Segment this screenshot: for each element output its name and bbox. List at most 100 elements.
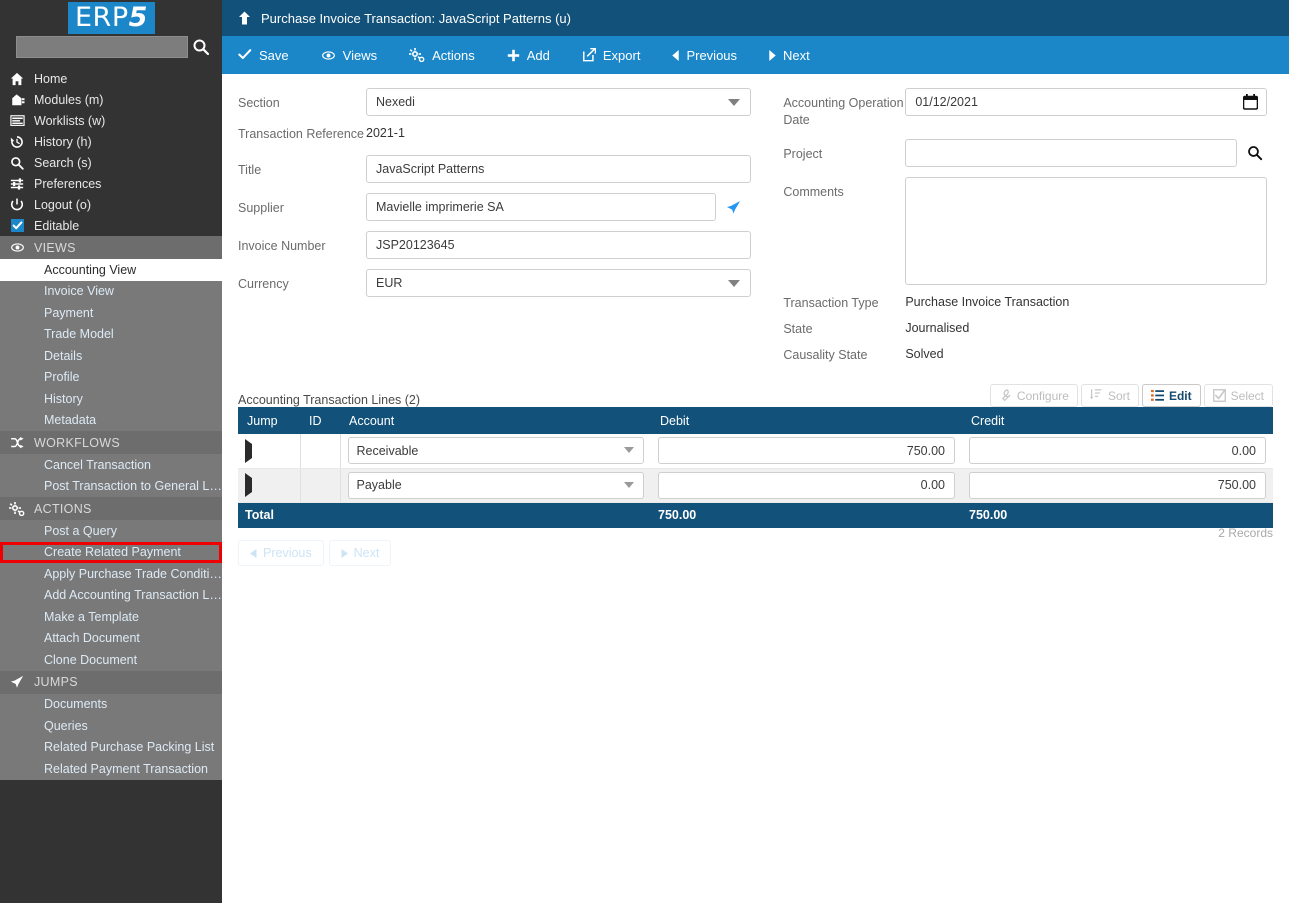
listbox-button-label: Select [1230, 388, 1264, 403]
sidebar-item-cancel-transaction[interactable]: Cancel Transaction [0, 454, 222, 476]
search-icon[interactable] [1247, 145, 1263, 161]
sidebar-nav-item-search-s[interactable]: Search (s) [0, 152, 222, 173]
project-input[interactable] [905, 139, 1238, 167]
sidebar-item-attach-document[interactable]: Attach Document [0, 627, 222, 649]
sidebar-nav-item-modules-m[interactable]: Modules (m) [0, 89, 222, 110]
account-value: Receivable [356, 443, 419, 458]
form-left-column: Section Nexedi Transaction Reference 202… [238, 88, 763, 373]
table-total-row: Total 750.00 750.00 [238, 502, 1273, 528]
sidebar-item-clone-document[interactable]: Clone Document [0, 649, 222, 671]
credit-input[interactable]: 0.00 [969, 437, 1266, 465]
next-icon [769, 49, 776, 61]
account-select[interactable]: Payable [347, 471, 644, 499]
sidebar-item-label: Post Transaction to General L… [44, 479, 222, 494]
sidebar-section-header-jumps[interactable]: JUMPS [0, 670, 222, 694]
listbox-previous-button[interactable]: Previous [238, 540, 324, 566]
sidebar-search-row [0, 36, 222, 62]
sidebar-section-header-workflows[interactable]: WORKFLOWS [0, 431, 222, 454]
accounting-operation-date-input[interactable]: 01/12/2021 [905, 88, 1268, 116]
calendar-icon[interactable] [1243, 94, 1259, 110]
listbox-configure-button[interactable]: Configure [989, 384, 1078, 407]
sidebar-section-header-actions[interactable]: ACTIONS [0, 497, 222, 520]
table-cell-jump[interactable] [238, 434, 301, 469]
account-select[interactable]: Receivable [347, 437, 644, 465]
sidebar-item-trade-model[interactable]: Trade Model [0, 323, 222, 345]
listbox-edit-button[interactable]: Edit [1141, 384, 1201, 407]
toolbar-previous-button[interactable]: Previous [656, 36, 753, 74]
sidebar-item-post-transaction-to-general-l[interactable]: Post Transaction to General L… [0, 475, 222, 497]
previous-icon [250, 548, 257, 558]
sidebar-item-related-purchase-packing-list[interactable]: Related Purchase Packing List [0, 736, 222, 758]
supplier-value: Mavielle imprimerie SA [376, 200, 504, 214]
sidebar-item-queries[interactable]: Queries [0, 715, 222, 737]
toolbar-button-label: Add [526, 47, 550, 63]
column-header-credit[interactable]: Credit [962, 407, 1273, 434]
sidebar-nav-item-home[interactable]: Home [0, 68, 222, 89]
sidebar-item-label: Trade Model [44, 327, 114, 342]
search-icon[interactable] [192, 38, 210, 56]
column-header-debit[interactable]: Debit [651, 407, 962, 434]
sidebar-item-details[interactable]: Details [0, 345, 222, 367]
toolbar-next-button[interactable]: Next [753, 36, 826, 74]
sidebar-nav-item-logout-o[interactable]: Logout (o) [0, 194, 222, 215]
listbox-select-button[interactable]: Select [1203, 384, 1273, 407]
sidebar-item-invoice-view[interactable]: Invoice View [0, 280, 222, 302]
toolbar-add-button[interactable]: Add [491, 36, 566, 74]
column-header-account[interactable]: Account [340, 407, 651, 434]
sidebar-item-add-accounting-transaction-l[interactable]: Add Accounting Transaction L… [0, 584, 222, 606]
jump-arrow-icon[interactable] [245, 438, 252, 463]
sidebar-item-related-payment-transaction[interactable]: Related Payment Transaction [0, 758, 222, 780]
jump-arrow-icon[interactable] [245, 473, 252, 497]
column-header-id[interactable]: ID [300, 407, 340, 434]
sidebar-nav-item-history-h[interactable]: History (h) [0, 131, 222, 152]
search-input[interactable] [16, 36, 188, 58]
sidebar-item-payment[interactable]: Payment [0, 302, 222, 324]
toolbar-save-button[interactable]: Save [222, 36, 305, 74]
toolbar-views-button[interactable]: Views [305, 36, 393, 74]
listbox-sort-button[interactable]: Sort [1080, 384, 1139, 407]
table-row[interactable]: Receivable 750.00 0.00 [238, 434, 1273, 469]
supplier-input[interactable]: Mavielle imprimerie SA [366, 193, 716, 221]
invoice-number-input[interactable]: JSP20123645 [366, 231, 751, 259]
sidebar-item-metadata[interactable]: Metadata [0, 409, 222, 431]
transaction-lines-table: Jump ID Account Debit Credit Receivable 7… [238, 407, 1273, 528]
comments-textarea[interactable] [905, 177, 1268, 285]
table-cell-jump[interactable] [238, 468, 301, 503]
toolbar-actions-button[interactable]: Actions [393, 36, 491, 74]
table-row[interactable]: Payable 0.00 750.00 [238, 468, 1273, 503]
listbox-next-label: Next [353, 546, 380, 560]
total-debit: 750.00 [651, 502, 962, 528]
currency-select[interactable]: EUR [366, 269, 751, 297]
listbox-next-button[interactable]: Next [328, 540, 392, 566]
sidebar-item-documents[interactable]: Documents [0, 693, 222, 715]
sidebar-section-header-views[interactable]: VIEWS [0, 236, 222, 259]
sidebar-item-post-a-query[interactable]: Post a Query [0, 520, 222, 542]
sidebar-item-label: Payment [44, 305, 94, 320]
sidebar-item-apply-purchase-trade-conditi[interactable]: Apply Purchase Trade Conditi… [0, 563, 222, 585]
debit-input[interactable]: 0.00 [658, 471, 955, 499]
column-header-jump[interactable]: Jump [238, 407, 300, 434]
sidebar-item-profile[interactable]: Profile [0, 366, 222, 388]
toolbar-export-button[interactable]: Export [566, 36, 657, 74]
sidebar-item-accounting-view[interactable]: Accounting View [0, 259, 222, 281]
causality-state-value: Solved [905, 347, 944, 361]
plane-icon[interactable] [726, 200, 741, 215]
title-label: Title [238, 163, 262, 177]
accounting-operation-date-value: 01/12/2021 [915, 95, 978, 109]
sidebar-nav-item-preferences[interactable]: Preferences [0, 173, 222, 194]
sidebar-item-create-related-payment[interactable]: Create Related Payment [0, 541, 222, 563]
section-select[interactable]: Nexedi [366, 88, 751, 116]
erp5-logo[interactable]: ERP5 [68, 2, 155, 34]
title-input[interactable]: JavaScript Patterns [366, 155, 751, 183]
credit-input[interactable]: 750.00 [969, 471, 1266, 499]
sidebar-nav-item-worklists-w[interactable]: Worklists (w) [0, 110, 222, 131]
up-arrow-icon[interactable] [238, 11, 251, 25]
debit-input[interactable]: 750.00 [658, 437, 955, 465]
sidebar-nav-item-editable[interactable]: Editable [0, 215, 222, 236]
jumps-icon [0, 675, 34, 689]
sidebar-item-history[interactable]: History [0, 388, 222, 410]
sidebar-item-make-a-template[interactable]: Make a Template [0, 606, 222, 628]
field-state: State Journalised [783, 321, 1273, 338]
transaction-type-label: Transaction Type [783, 296, 879, 310]
state-value: Journalised [905, 321, 970, 335]
